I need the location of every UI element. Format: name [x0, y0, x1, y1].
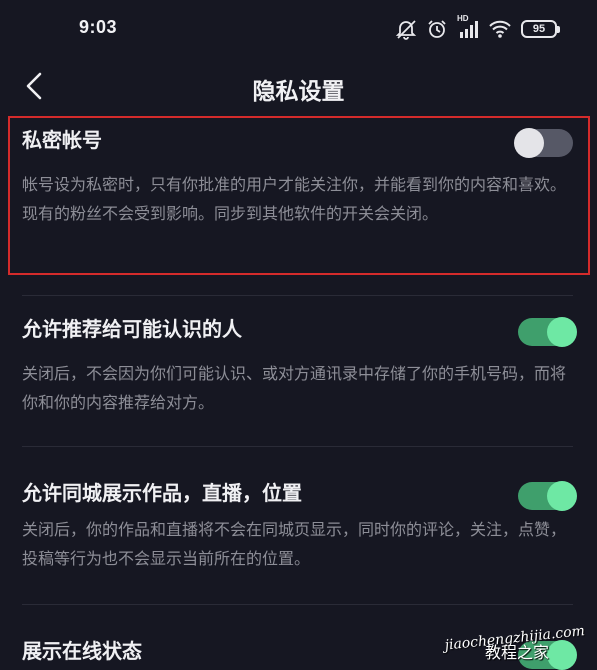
toggle-knob — [547, 640, 577, 670]
setting-private-account: 私密帐号 帐号设为私密时，只有你批准的用户才能关注你，并能看到你的内容和喜欢。现… — [22, 126, 573, 228]
divider — [22, 604, 573, 605]
setting-description: 关闭后，不会因为你们可能认识、或对方通讯录中存储了你的手机号码，而将你和你的内容… — [22, 364, 567, 412]
online-status-toggle[interactable] — [518, 640, 577, 670]
toggle-knob — [547, 317, 577, 347]
toggle-knob — [514, 128, 544, 158]
setting-title: 展示在线状态 — [22, 639, 142, 663]
status-time: 9:03 — [79, 17, 118, 37]
divider — [22, 295, 573, 296]
recommend-toggle[interactable] — [518, 317, 577, 347]
setting-online-status: 展示在线状态 — [22, 637, 577, 670]
battery-icon: 95 — [521, 20, 560, 38]
signal-icon: HD — [457, 14, 479, 40]
network-label: HD — [457, 14, 469, 23]
setting-description: 关闭后，你的作品和直播将不会在同城页显示，同时你的评论，关注，点赞，投稿等行为也… — [22, 520, 567, 568]
setting-title: 允许推荐给可能认识的人 — [22, 317, 242, 341]
alarm-icon — [426, 18, 448, 40]
page-title: 隐私设置 — [252, 79, 345, 105]
battery-level: 95 — [532, 23, 546, 35]
setting-title: 私密帐号 — [22, 128, 102, 152]
toggle-knob — [547, 481, 577, 511]
status-icons: HD 95 — [395, 14, 560, 42]
mute-bell-icon — [395, 18, 417, 40]
setting-recommend-to-acquaintances: 允许推荐给可能认识的人 关闭后，不会因为你们可能认识、或对方通讯录中存储了你的手… — [22, 315, 577, 417]
wifi-icon — [488, 19, 512, 39]
setting-title: 允许同城展示作品，直播，位置 — [22, 481, 302, 505]
nav-bar: 隐私设置 — [0, 62, 597, 114]
private-account-toggle[interactable] — [514, 128, 573, 158]
local-display-toggle[interactable] — [518, 481, 577, 511]
status-bar: 9:03 HD 95 — [0, 0, 597, 60]
setting-description: 帐号设为私密时，只有你批准的用户才能关注你，并能看到你的内容和喜欢。现有的粉丝不… — [22, 175, 567, 223]
setting-local-display: 允许同城展示作品，直播，位置 关闭后，你的作品和直播将不会在同城页显示，同时你的… — [22, 479, 577, 573]
divider — [22, 446, 573, 447]
